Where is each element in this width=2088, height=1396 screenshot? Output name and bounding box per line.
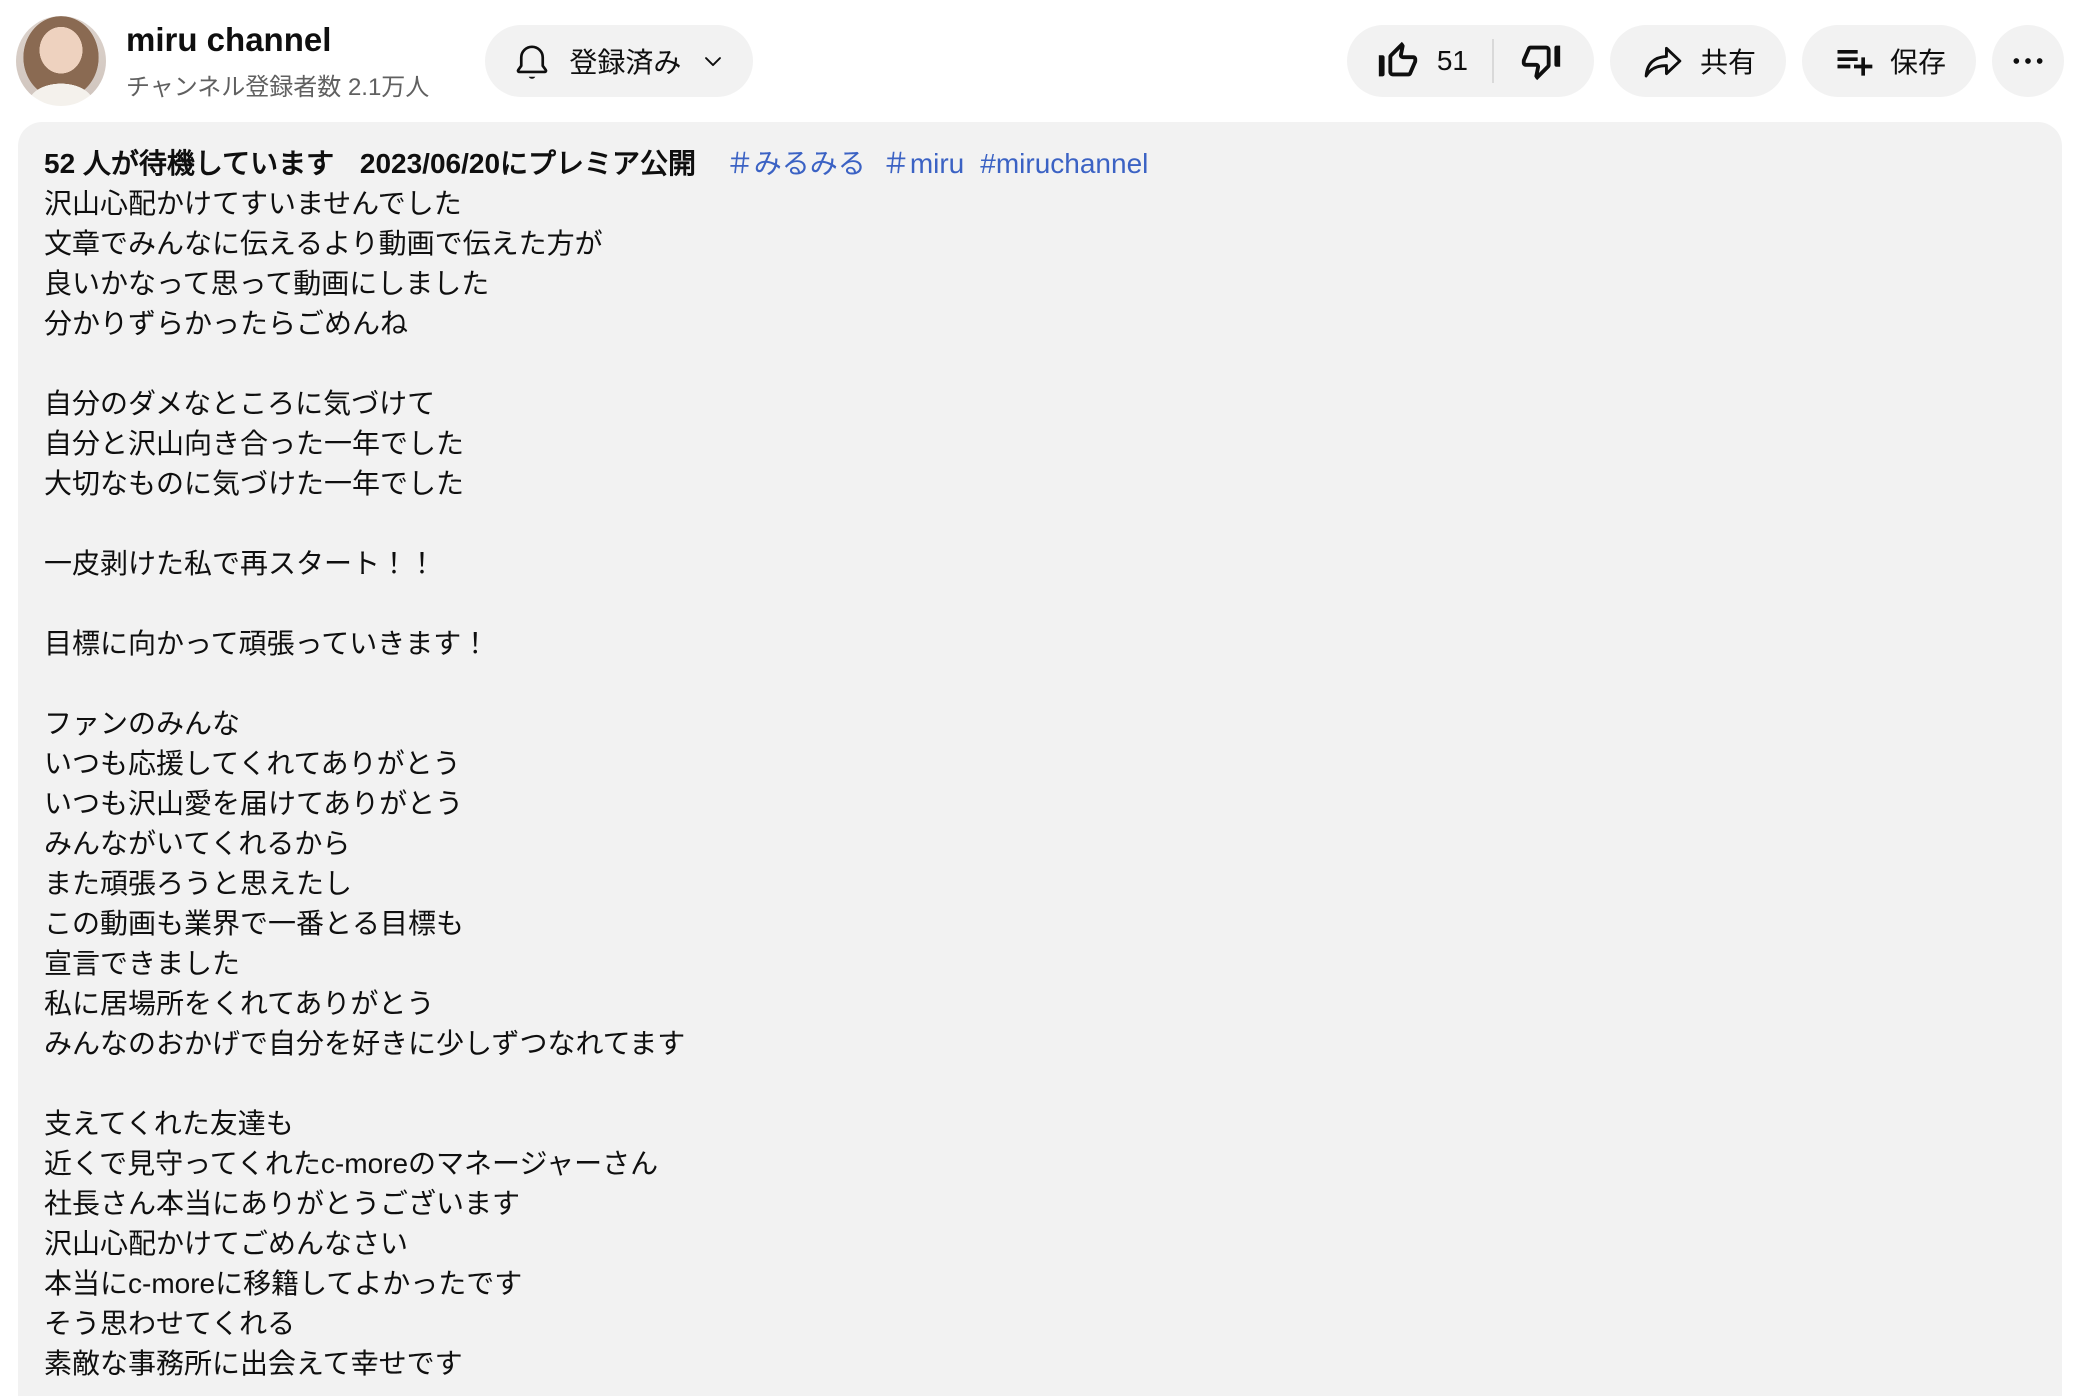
chevron-down-icon: [699, 47, 727, 75]
description-line: [44, 1064, 2036, 1104]
channel-info-group: miru channel チャンネル登録者数 2.1万人 登録済み: [16, 16, 753, 106]
description-line: 分かりずらかったらごめんね: [44, 304, 2036, 344]
description-line: 沢山心配かけてごめんなさい: [44, 1224, 2036, 1264]
like-button[interactable]: 51: [1347, 25, 1492, 97]
description-line: [44, 584, 2036, 624]
description-line: 近くで見守ってくれたc-moreのマネージャーさん: [44, 1144, 2036, 1184]
description-line: みんながいてくれるから: [44, 824, 2036, 864]
waiting-count: 52 人が待機しています: [44, 148, 334, 179]
description-line: そう思わせてくれる: [44, 1304, 2036, 1344]
hashtag-link[interactable]: ＃miru: [882, 148, 964, 179]
description-line: 大切なものに気づけた一年でした: [44, 464, 2036, 504]
description-line: [44, 504, 2036, 544]
description-line: [44, 344, 2036, 384]
description-line: 自分のダメなところに気づけて: [44, 384, 2036, 424]
description-box[interactable]: 52 人が待機しています 2023/06/20にプレミア公開 ＃みるみる ＃mir…: [18, 122, 2062, 1396]
more-button[interactable]: [1992, 25, 2064, 97]
like-dislike-group: 51: [1347, 25, 1594, 97]
description-line: 文章でみんなに伝えるより動画で伝えた方が: [44, 224, 2036, 264]
playlist-add-icon: [1832, 39, 1876, 83]
channel-name[interactable]: miru channel: [126, 20, 429, 60]
channel-avatar[interactable]: [16, 16, 106, 106]
video-actions: 51 共有: [1347, 25, 2064, 97]
description-line: 自分と沢山向き合った一年でした: [44, 424, 2036, 464]
thumbs-down-icon: [1518, 38, 1564, 84]
dislike-button[interactable]: [1494, 25, 1594, 97]
description-line: 一皮剥けた私で再スタート！！: [44, 544, 2036, 584]
thumbs-up-icon: [1375, 38, 1421, 84]
channel-text-block: miru channel チャンネル登録者数 2.1万人: [126, 20, 429, 102]
description-line: 私に居場所をくれてありがとう: [44, 984, 2036, 1024]
description-line: 目標に向かって頑張っていきます！: [44, 624, 2036, 664]
like-count: 51: [1437, 45, 1468, 77]
subscriber-count: チャンネル登録者数 2.1万人: [126, 67, 429, 102]
description-line: 支えてくれた友達も: [44, 1104, 2036, 1144]
description-line: ファンのみんな: [44, 704, 2036, 744]
save-label: 保存: [1890, 41, 1946, 81]
subscribed-button[interactable]: 登録済み: [485, 25, 753, 97]
description-line: また頑張ろうと思えたし: [44, 864, 2036, 904]
share-arrow-icon: [1640, 38, 1686, 84]
description-line: いつも応援してくれてありがとう: [44, 744, 2036, 784]
hashtag-link[interactable]: #miruchannel: [980, 148, 1148, 179]
description-line: 良いかなって思って動画にしました: [44, 264, 2036, 304]
subscribed-label: 登録済み: [569, 41, 681, 81]
description-line: この動画も業界で一番とる目標も: [44, 904, 2036, 944]
share-label: 共有: [1700, 41, 1756, 81]
description-line: いつも沢山愛を届けてありがとう: [44, 784, 2036, 824]
hashtag-link[interactable]: ＃みるみる: [726, 148, 866, 179]
description-line: [44, 664, 2036, 704]
share-button[interactable]: 共有: [1610, 25, 1786, 97]
description-lines: 沢山心配かけてすいませんでした文章でみんなに伝えるより動画で伝えた方が良いかなっ…: [44, 184, 2036, 1384]
bell-icon: [509, 38, 555, 84]
save-button[interactable]: 保存: [1802, 25, 1976, 97]
more-dots-icon: [2008, 41, 2048, 81]
description-line: 社長さん本当にありがとうございます: [44, 1184, 2036, 1224]
description-line: 宣言できました: [44, 944, 2036, 984]
hashtag-list: ＃みるみる ＃miru #miruchannel: [726, 148, 1165, 179]
description-line: 本当にc-moreに移籍してよかったです: [44, 1264, 2036, 1304]
channel-header: miru channel チャンネル登録者数 2.1万人 登録済み: [0, 0, 2088, 122]
description-line: みんなのおかげで自分を好きに少しずつなれてます: [44, 1024, 2036, 1064]
premiere-date: 2023/06/20にプレミア公開: [360, 148, 696, 179]
description-line: 沢山心配かけてすいませんでした: [44, 184, 2036, 224]
premiere-info-line: 52 人が待機しています 2023/06/20にプレミア公開 ＃みるみる ＃mir…: [44, 144, 2036, 184]
description-line: 素敵な事務所に出会えて幸せです: [44, 1344, 2036, 1384]
